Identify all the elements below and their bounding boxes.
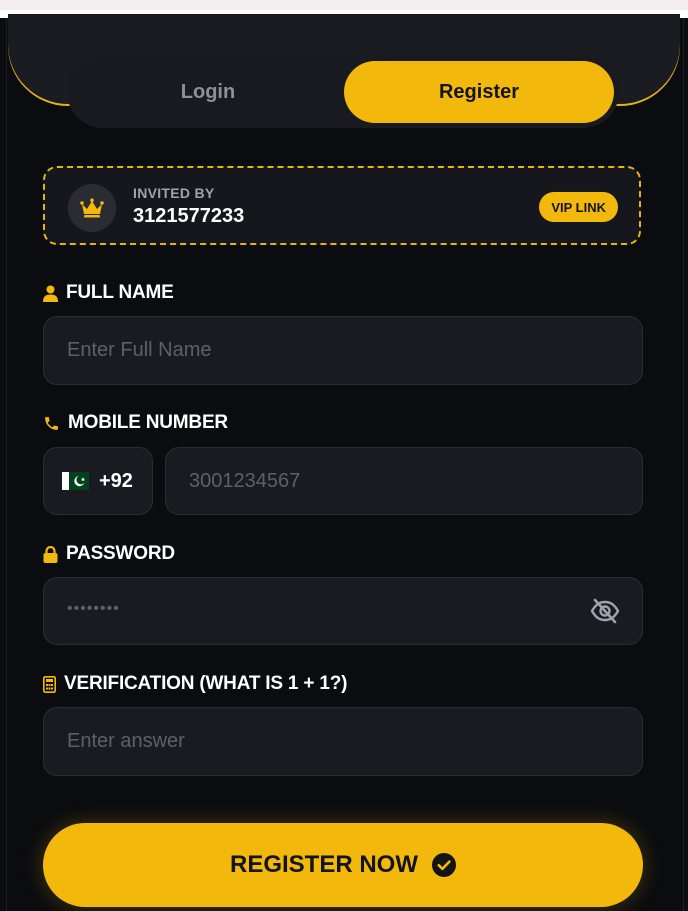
full-name-field <box>43 316 643 385</box>
invited-by-card: INVITED BY 3121577233 VIP LINK <box>43 166 641 245</box>
mobile-number-field <box>165 447 643 515</box>
password-field[interactable]: •••••••• <box>43 577 643 645</box>
crown-avatar <box>68 184 116 232</box>
mobile-number-label-text: MOBILE NUMBER <box>68 412 228 433</box>
calculator-icon <box>43 675 56 693</box>
invited-by-label: INVITED BY <box>133 185 215 201</box>
lock-icon <box>43 545 58 563</box>
phone-icon <box>45 416 58 430</box>
check-circle-icon <box>432 853 456 877</box>
full-name-label: FULL NAME <box>43 282 174 304</box>
eye-off-icon[interactable] <box>590 598 620 624</box>
verification-label: VERIFICATION (WHAT IS 1 + 1?) <box>43 673 347 695</box>
mobile-number-input[interactable] <box>166 469 642 493</box>
user-icon <box>43 285 58 302</box>
full-name-input[interactable] <box>44 339 642 362</box>
tab-register[interactable]: Register <box>344 61 614 123</box>
browser-top-strip <box>0 0 688 10</box>
verification-field <box>43 707 643 776</box>
verification-label-text: VERIFICATION (WHAT IS 1 + 1?) <box>64 673 348 694</box>
crown-icon <box>80 198 104 218</box>
verification-input[interactable] <box>44 730 642 753</box>
mobile-number-label: MOBILE NUMBER <box>43 412 228 434</box>
register-now-button[interactable]: REGISTER NOW <box>43 823 643 907</box>
vip-link-badge[interactable]: VIP LINK <box>539 192 618 222</box>
auth-tabs: Login Register <box>67 56 619 128</box>
country-code-text: +92 <box>99 469 133 492</box>
invited-by-code: 3121577233 <box>133 205 245 227</box>
password-label-text: PASSWORD <box>66 543 175 564</box>
password-label: PASSWORD <box>43 543 175 565</box>
register-now-label: REGISTER NOW <box>229 851 418 878</box>
tab-login[interactable]: Login <box>73 61 343 123</box>
pakistan-flag-icon <box>62 472 89 490</box>
country-code-selector[interactable]: +92 <box>43 447 153 515</box>
full-name-label-text: FULL NAME <box>66 282 174 303</box>
password-masked-value: •••••••• <box>67 600 120 617</box>
